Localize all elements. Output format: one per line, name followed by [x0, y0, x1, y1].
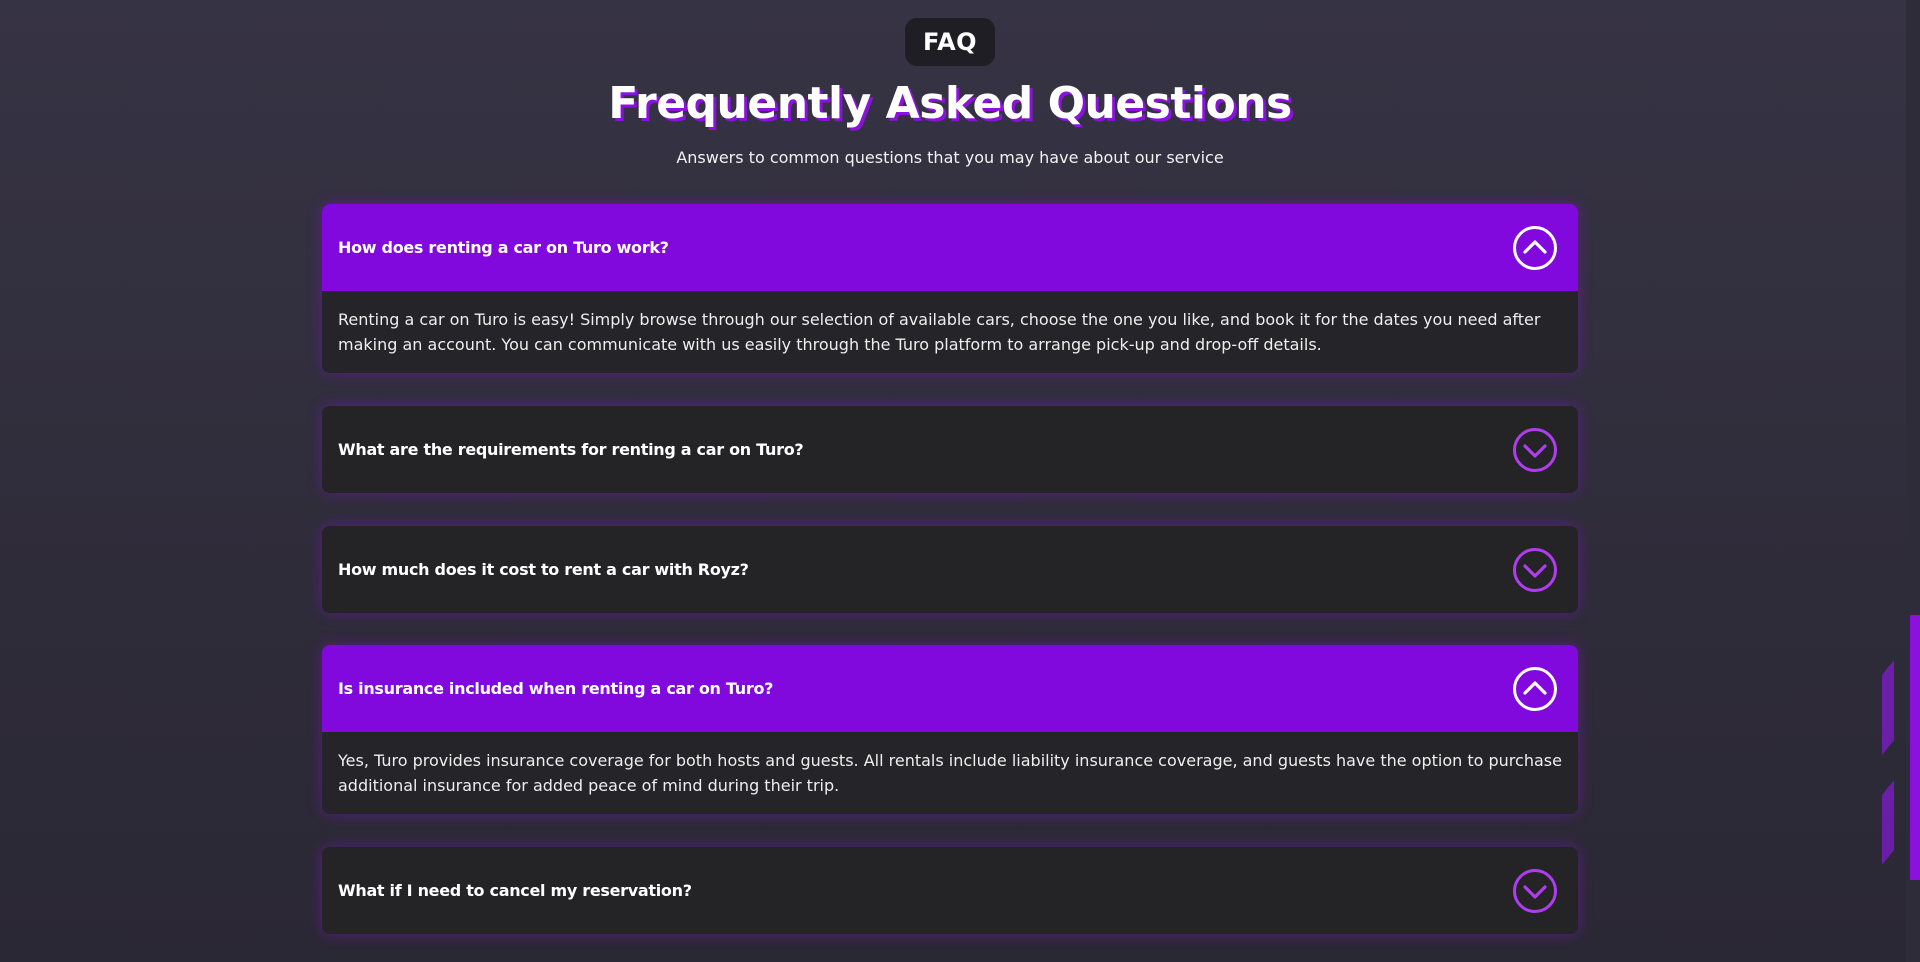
faq-page: FAQ Frequently Asked Questions Answers t… [0, 0, 1906, 962]
faq-question-header[interactable]: How does renting a car on Turo work? [322, 204, 1578, 291]
faq-answer: Yes, Turo provides insurance coverage fo… [322, 732, 1578, 814]
faq-item: How does renting a car on Turo work? Ren… [322, 204, 1578, 373]
faq-question-text: What if I need to cancel my reservation? [338, 881, 692, 900]
chevron-up-circle-icon[interactable] [1512, 225, 1558, 271]
faq-item: What are the requirements for renting a … [322, 406, 1578, 493]
chevron-down-circle-icon[interactable] [1512, 868, 1558, 914]
faq-question-text: What are the requirements for renting a … [338, 440, 804, 459]
faq-item: Is insurance included when renting a car… [322, 645, 1578, 814]
faq-answer: Renting a car on Turo is easy! Simply br… [322, 291, 1578, 373]
faq-question-header[interactable]: What are the requirements for renting a … [322, 406, 1578, 493]
faq-question-header[interactable]: Is insurance included when renting a car… [322, 645, 1578, 732]
page-subtitle: Answers to common questions that you may… [676, 148, 1224, 167]
faq-item: How much does it cost to rent a car with… [322, 526, 1578, 613]
faq-question-text: Is insurance included when renting a car… [338, 679, 774, 698]
page-title: Frequently Asked Questions [608, 78, 1292, 129]
chevron-down-circle-icon[interactable] [1512, 547, 1558, 593]
scrollbar-thumb[interactable] [1910, 615, 1920, 880]
chevron-down-circle-icon[interactable] [1512, 427, 1558, 473]
faq-question-text: How much does it cost to rent a car with… [338, 560, 749, 579]
chevron-up-circle-icon[interactable] [1512, 666, 1558, 712]
faq-question-header[interactable]: What if I need to cancel my reservation? [322, 847, 1578, 934]
decorative-stripes [1882, 660, 1894, 865]
faq-badge: FAQ [905, 18, 995, 66]
faq-question-header[interactable]: How much does it cost to rent a car with… [322, 526, 1578, 613]
faq-item: What if I need to cancel my reservation? [322, 847, 1578, 934]
faq-question-text: How does renting a car on Turo work? [338, 238, 669, 257]
